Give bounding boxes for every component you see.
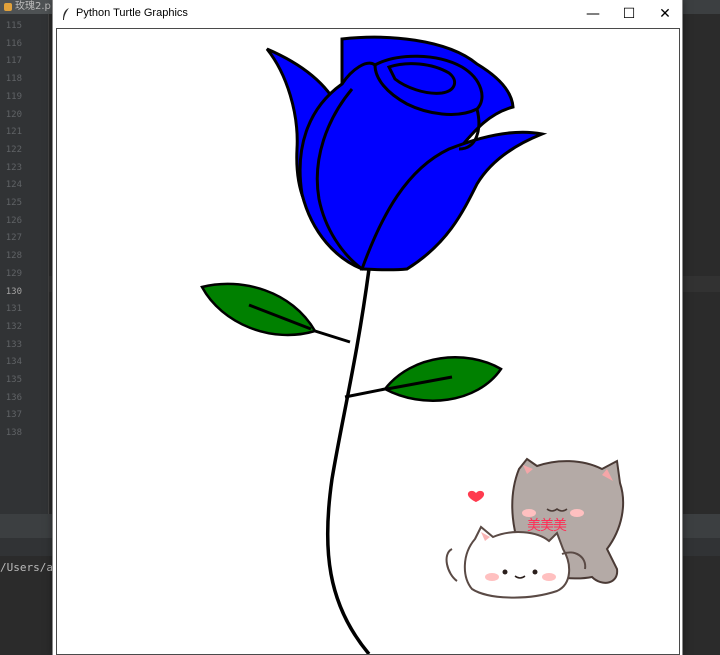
turtle-feather-icon [63, 8, 69, 20]
line-number: 125 [5, 198, 22, 208]
line-number: 133 [5, 339, 22, 350]
line-number: 129 [5, 268, 22, 279]
right-leaf-stalk [344, 387, 386, 399]
line-number: 137 [5, 410, 22, 421]
rose-drawing [200, 35, 625, 654]
line-number: 131 [5, 304, 22, 315]
line-number: 128 [5, 251, 22, 262]
maximize-button[interactable]: ☐ [611, 0, 647, 28]
line-number: 118 [5, 74, 22, 85]
line-number: 124 [5, 180, 22, 191]
rose-stem [325, 268, 371, 654]
line-number: 116 [5, 38, 22, 49]
line-number: 134 [5, 357, 22, 368]
line-number: 126 [5, 215, 22, 226]
line-number: 117 [5, 56, 22, 67]
line-number-gutter: 115 116 117 118 119 120 121 122 123 124 125 126 127 1… [0, 14, 48, 514]
minimize-button[interactable]: — [575, 0, 611, 28]
ide-file-tab[interactable]: 玫瑰2.p [0, 0, 57, 14]
sticker-caption: 美美美 [527, 518, 567, 534]
line-number: 130 [5, 286, 22, 297]
line-number: 122 [5, 144, 22, 155]
gutter-divider [48, 14, 49, 514]
line-number: 120 [5, 109, 22, 120]
line-number: 121 [5, 127, 22, 138]
window-titlebar[interactable]: Python Turtle Graphics — ☐ ✕ [53, 0, 682, 28]
ide-tab-label: 玫瑰2.p [15, 1, 51, 12]
line-number: 132 [5, 321, 22, 332]
line-number: 135 [5, 375, 22, 385]
line-number: 127 [5, 233, 22, 244]
line-number: 119 [5, 91, 22, 102]
close-button[interactable]: ✕ [647, 0, 683, 28]
heart-icon [467, 490, 485, 502]
window-title: Python Turtle Graphics [76, 7, 188, 19]
line-number: 136 [5, 392, 22, 403]
line-number: 115 [5, 21, 22, 31]
python-file-icon [4, 3, 12, 11]
line-number: 138 [5, 428, 22, 439]
left-leaf-stalk [314, 329, 351, 344]
line-number: 123 [5, 162, 22, 173]
turtle-canvas[interactable]: 美美美 [56, 28, 680, 655]
terminal-prompt: /Users/ac [0, 561, 60, 574]
turtle-window: Python Turtle Graphics — ☐ ✕ 美美美 [53, 0, 682, 655]
